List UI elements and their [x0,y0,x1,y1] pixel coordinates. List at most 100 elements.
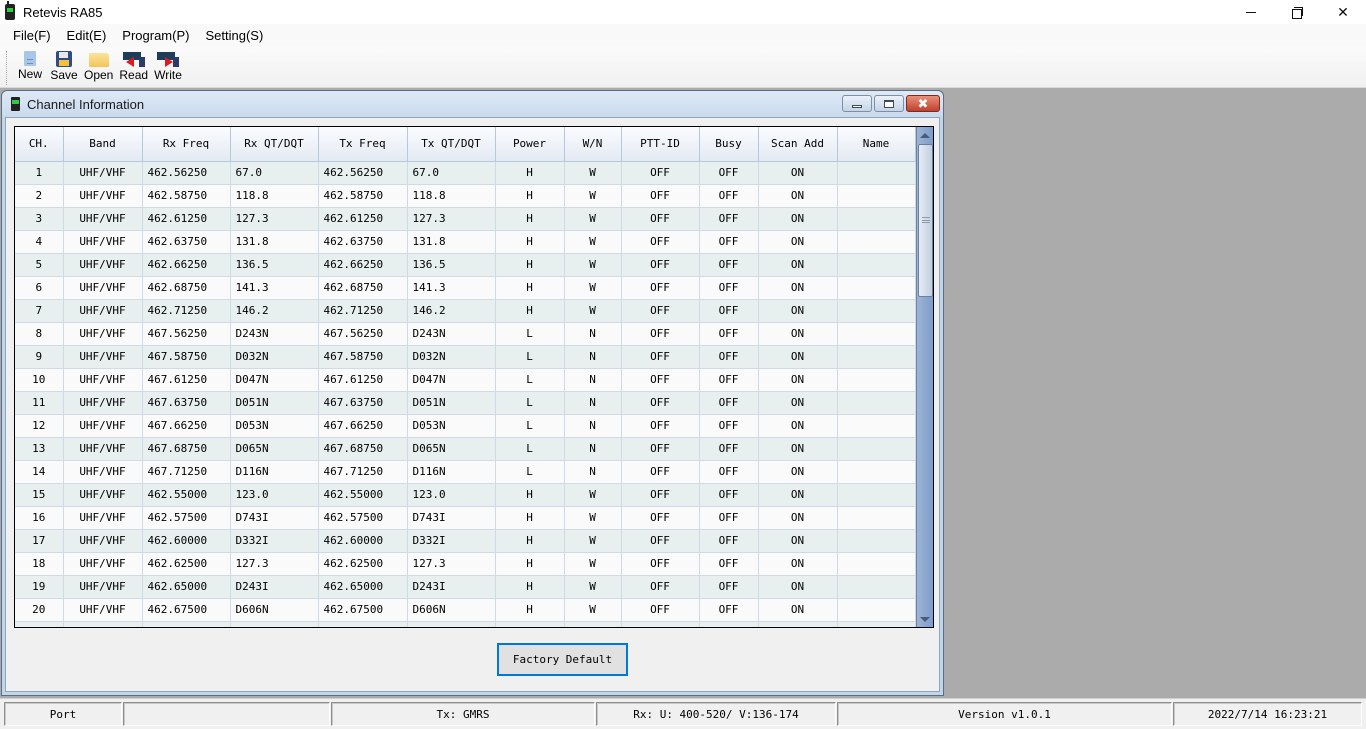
cell-band[interactable]: UHF/VHF [63,437,143,461]
cell-rx-freq[interactable]: 462.65000 [142,575,231,599]
cell-rx-qt-dqt[interactable]: D053N [230,414,319,438]
cell-power[interactable]: H [495,276,565,300]
cell-rx-freq[interactable]: 462.61250 [142,207,231,231]
cell-power[interactable]: H [495,207,565,231]
write-button[interactable]: Write [151,47,185,82]
table-row[interactable]: 4 UHF/VHF 462.63750 131.8 462.63750 131.8 H W OF… [15,230,916,254]
cell-tx-qt-dqt[interactable]: 123.0 [407,483,496,507]
close-button[interactable]: ✕ [1320,0,1366,24]
cell-band[interactable]: UHF/VHF [63,345,143,369]
cell-rx-qt-dqt[interactable]: D116N [230,460,319,484]
cell-power[interactable]: L [495,391,565,415]
cell-scan-add[interactable]: ON [758,575,838,599]
cell-rx-qt-dqt[interactable]: 146.2 [230,299,319,323]
cell-tx-freq[interactable]: 462.55000 [318,483,408,507]
cell-ch[interactable]: 16 [15,506,64,530]
cell-ptt-id[interactable]: OFF [621,207,700,231]
cell-rx-freq[interactable]: 462.63750 [142,230,231,254]
cell-name[interactable] [837,161,916,185]
table-row[interactable]: 6 UHF/VHF 462.68750 141.3 462.68750 141.3 H W OF… [15,276,916,300]
cell-rx-qt-dqt[interactable]: 136.5 [230,253,319,277]
cell-tx-qt-dqt[interactable]: 127.3 [407,207,496,231]
cell-name[interactable] [837,345,916,369]
column-header-tx-qt-dqt[interactable]: Tx QT/DQT [407,127,496,162]
cell-ptt-id[interactable]: OFF [621,460,700,484]
cell-band[interactable]: UHF/VHF [63,529,143,553]
cell-rx-freq[interactable]: 467.66250 [142,414,231,438]
cell-w-n[interactable]: W [564,598,622,622]
cell-rx-freq[interactable]: 462.57500 [142,506,231,530]
table-row[interactable]: 2 UHF/VHF 462.58750 118.8 462.58750 118.8 H W OF… [15,184,916,208]
cell-w-n[interactable]: W [564,299,622,323]
cell-power[interactable]: H [495,506,565,530]
cell-w-n[interactable]: N [564,414,622,438]
cell-band[interactable]: UHF/VHF [63,460,143,484]
menu-edit[interactable]: Edit(E) [59,24,115,47]
cell-rx-qt-dqt[interactable]: 127.3 [230,552,319,576]
cell-name[interactable] [837,368,916,392]
cell-w-n[interactable]: N [564,368,622,392]
cell-rx-qt-dqt[interactable]: 131.8 [230,230,319,254]
save-button[interactable]: Save [47,47,81,82]
cell-scan-add[interactable]: ON [758,230,838,254]
cell-band[interactable]: UHF/VHF [63,322,143,346]
cell-scan-add[interactable]: ON [758,391,838,415]
cell-rx-qt-dqt[interactable]: 67.0 [230,161,319,185]
cell-name[interactable] [837,575,916,599]
cell-power[interactable]: H [495,230,565,254]
cell-ptt-id[interactable]: OFF [621,276,700,300]
cell-tx-qt-dqt[interactable]: D065N [407,437,496,461]
cell-power[interactable]: L [495,322,565,346]
cell-ch[interactable]: 17 [15,529,64,553]
cell-power[interactable]: L [495,368,565,392]
cell-band[interactable]: UHF/VHF [63,506,143,530]
cell-busy[interactable]: OFF [699,460,759,484]
cell-power[interactable]: H [495,529,565,553]
cell-ch[interactable]: 5 [15,253,64,277]
table-row[interactable]: 12 UHF/VHF 467.66250 D053N 467.66250 D053N L N O… [15,414,916,438]
cell-name[interactable] [837,483,916,507]
cell-w-n[interactable]: W [564,276,622,300]
cell-busy[interactable]: OFF [699,322,759,346]
cell-busy[interactable]: OFF [699,391,759,415]
cell-scan-add[interactable]: ON [758,552,838,576]
cell-tx-freq[interactable]: 462.67500 [318,598,408,622]
cell-tx-qt-dqt[interactable]: D243I [407,575,496,599]
cell-w-n[interactable]: W [564,575,622,599]
cell-name[interactable] [837,299,916,323]
cell-name[interactable] [837,253,916,277]
cell-rx-freq[interactable]: 462.60000 [142,529,231,553]
cell-tx-freq[interactable]: 467.58750 [318,345,408,369]
cell-ptt-id[interactable]: OFF [621,437,700,461]
cell-tx-qt-dqt[interactable]: D116N [407,460,496,484]
cell-band[interactable]: UHF/VHF [63,598,143,622]
cell-busy[interactable]: OFF [699,552,759,576]
cell-busy[interactable]: OFF [699,368,759,392]
cell-tx-freq[interactable]: 462.62500 [318,552,408,576]
cell-name[interactable] [837,506,916,530]
cell-power[interactable]: H [495,184,565,208]
cell-ptt-id[interactable]: OFF [621,322,700,346]
cell-band[interactable]: UHF/VHF [63,552,143,576]
cell-tx-freq[interactable]: 462.58750 [318,184,408,208]
cell-ptt-id[interactable]: OFF [621,184,700,208]
cell-name[interactable] [837,598,916,622]
cell-w-n[interactable]: W [564,207,622,231]
cell-tx-freq[interactable]: 462.68750 [318,276,408,300]
cell-rx-freq[interactable]: 462.58750 [142,184,231,208]
cell-rx-qt-dqt[interactable]: D243I [230,575,319,599]
table-row[interactable]: 3 UHF/VHF 462.61250 127.3 462.61250 127.3 H W OF… [15,207,916,231]
cell-name[interactable] [837,230,916,254]
cell-tx-qt-dqt[interactable]: D606N [407,598,496,622]
table-row[interactable]: 15 UHF/VHF 462.55000 123.0 462.55000 123.0 H W O… [15,483,916,507]
cell-ch[interactable]: 19 [15,575,64,599]
cell-band[interactable]: UHF/VHF [63,276,143,300]
cell-ch[interactable]: 10 [15,368,64,392]
cell-ch[interactable]: 9 [15,345,64,369]
cell-tx-qt-dqt[interactable]: D032N [407,345,496,369]
cell-scan-add[interactable]: ON [758,253,838,277]
cell-scan-add[interactable]: ON [758,276,838,300]
column-header-busy[interactable]: Busy [699,127,759,162]
cell-power[interactable]: H [495,253,565,277]
table-row[interactable]: 13 UHF/VHF 467.68750 D065N 467.68750 D065N L N O… [15,437,916,461]
